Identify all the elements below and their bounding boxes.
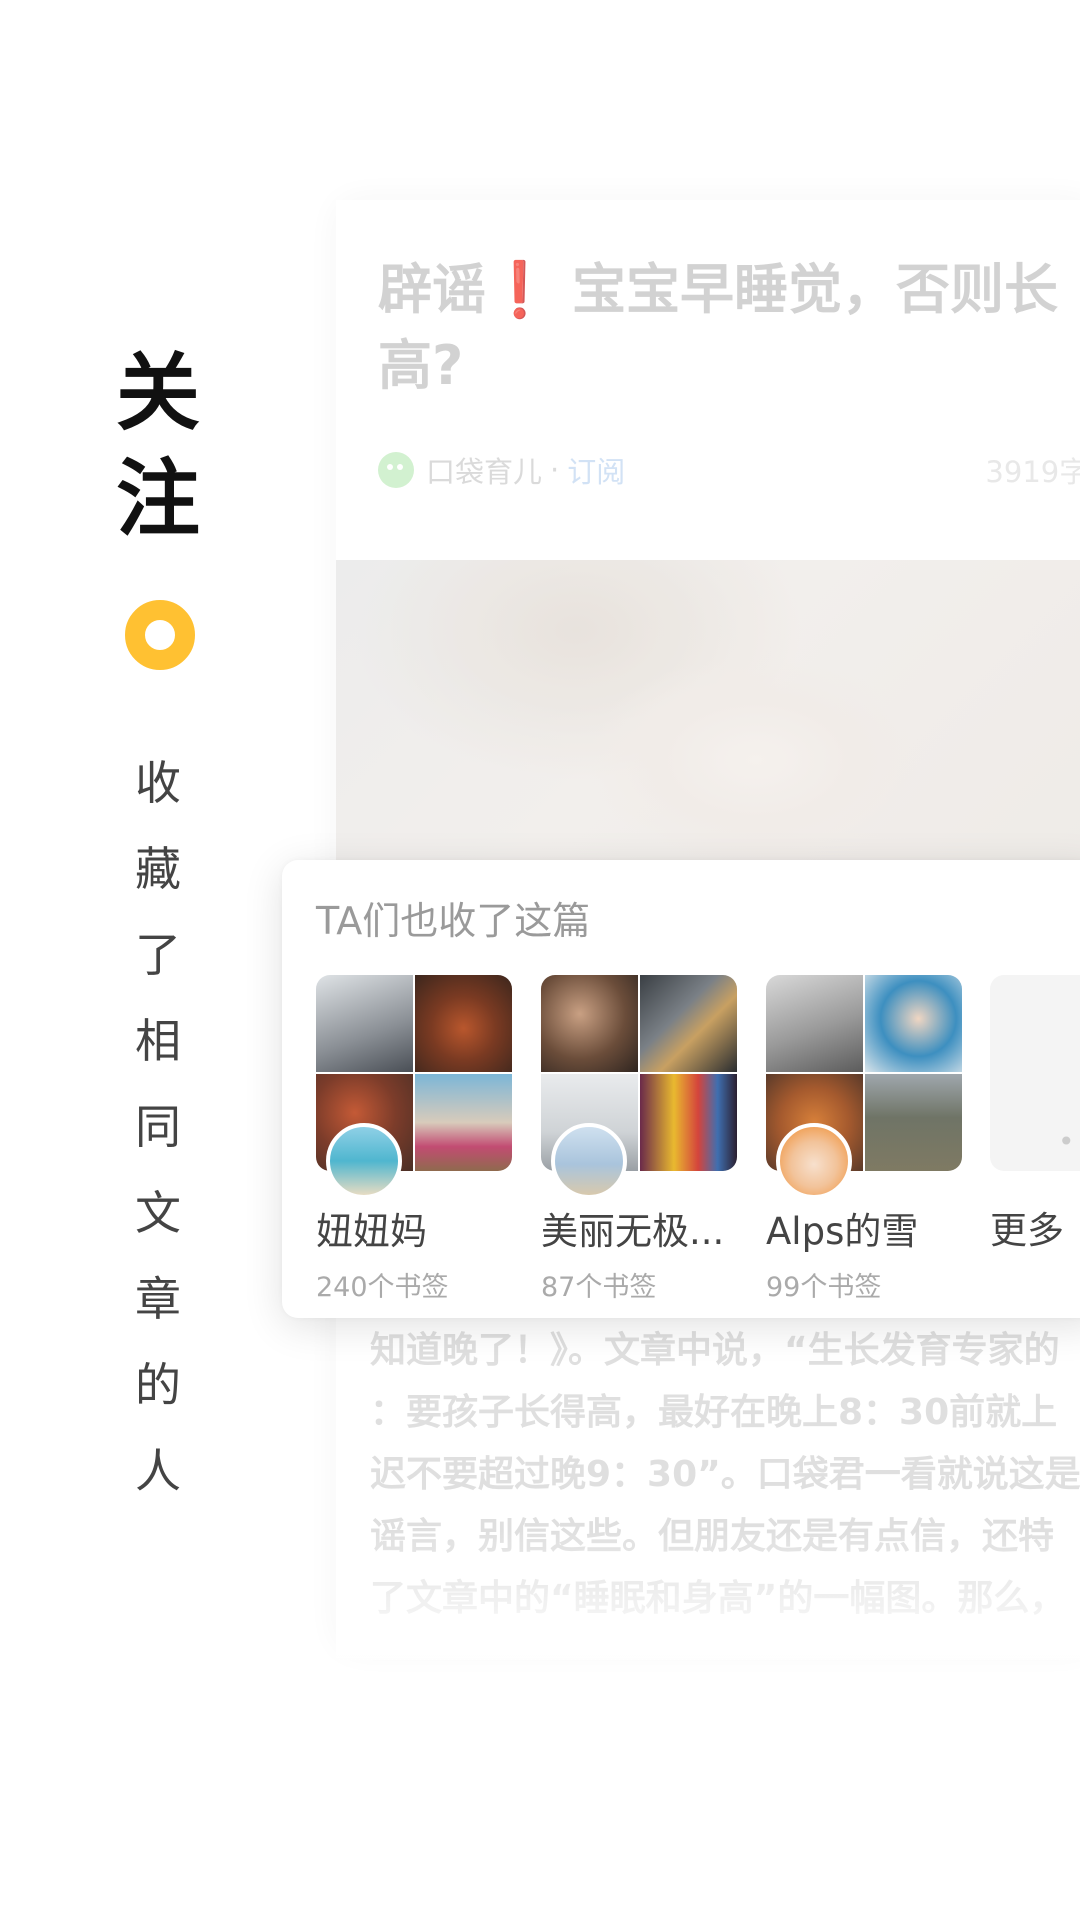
subtitle-char: 的 xyxy=(135,1358,181,1412)
more-card[interactable]: •• xyxy=(990,975,1080,1171)
subtitle-char: 章 xyxy=(135,1272,181,1326)
more-link[interactable]: 更多 xyxy=(990,1200,1064,1254)
article-title[interactable]: 辟谣❗ 宝宝早睡觉，否则长 高? xyxy=(378,252,1080,404)
collage-image xyxy=(865,975,962,1072)
subtitle-char: 相 xyxy=(135,1014,181,1068)
also-saved-popup: TA们也收了这篇 妞妞妈 240个书签 美丽无极... 87个书签 Alps的雪… xyxy=(282,860,1080,1318)
source-name[interactable]: 口袋育儿 xyxy=(426,449,542,491)
separator-dot: · xyxy=(550,453,560,487)
heading-subtitle: 收 藏 了 相 同 文 章 的 人 xyxy=(128,740,188,1514)
user-name[interactable]: 美丽无极... xyxy=(541,1201,737,1255)
collage-image xyxy=(640,975,737,1072)
fade-overlay xyxy=(336,1530,1080,1660)
ring-icon xyxy=(125,600,195,670)
collage-image xyxy=(865,1074,962,1171)
article-meta: 口袋育儿 · 订阅 3919字/ xyxy=(378,450,1080,490)
subtitle-char: 人 xyxy=(135,1444,181,1498)
subtitle-char: 收 xyxy=(135,756,181,810)
subtitle-char: 藏 xyxy=(135,842,181,896)
popup-title: TA们也收了这篇 xyxy=(316,899,591,943)
avatar[interactable] xyxy=(551,1123,627,1199)
subscribe-link[interactable]: 订阅 xyxy=(567,449,625,491)
exclamation-icon: ❗ xyxy=(486,258,554,321)
heading-follow: 关 注 xyxy=(116,340,201,552)
heading-char: 注 xyxy=(116,449,201,548)
word-count: 3919字/ xyxy=(985,455,1080,489)
collage-image xyxy=(541,975,638,1072)
subtitle-char: 同 xyxy=(135,1100,181,1154)
avatar[interactable] xyxy=(776,1123,852,1199)
wechat-icon xyxy=(378,452,414,488)
user-card[interactable]: 美丽无极... 87个书签 xyxy=(541,975,737,1304)
collage-image xyxy=(316,975,413,1072)
bookmark-count: 99个书签 xyxy=(766,1272,882,1303)
bookmark-count: 87个书签 xyxy=(541,1272,657,1303)
title-text: 辟谣 xyxy=(378,258,486,321)
heading-char: 关 xyxy=(116,343,201,442)
user-card[interactable]: Alps的雪 99个书签 xyxy=(766,975,962,1304)
user-card[interactable]: 妞妞妈 240个书签 xyxy=(316,975,512,1304)
avatar[interactable] xyxy=(326,1123,402,1199)
user-name[interactable]: 妞妞妈 xyxy=(316,1201,512,1255)
collage-image xyxy=(766,975,863,1072)
more-dots-icon: •• xyxy=(1058,1125,1080,1158)
collage-image xyxy=(415,975,512,1072)
user-name[interactable]: Alps的雪 xyxy=(766,1201,962,1255)
page: 关 注 收 藏 了 相 同 文 章 的 人 辟谣❗ 宝宝早睡觉，否则长 高? 口… xyxy=(0,0,1080,1920)
bookmark-count: 240个书签 xyxy=(316,1272,449,1303)
hero-image xyxy=(336,560,1080,890)
collage-image xyxy=(640,1074,737,1171)
subtitle-char: 了 xyxy=(135,928,181,982)
collage-image xyxy=(415,1074,512,1171)
subtitle-char: 文 xyxy=(135,1186,181,1240)
